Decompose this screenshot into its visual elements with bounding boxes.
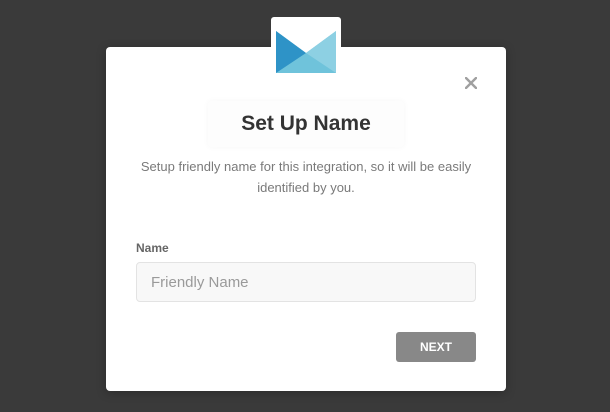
dialog-description: Setup friendly name for this integration… bbox=[140, 159, 472, 195]
close-icon bbox=[465, 77, 477, 89]
name-field-label: Name bbox=[136, 241, 169, 255]
close-button[interactable] bbox=[460, 72, 482, 94]
friendly-name-input[interactable] bbox=[136, 262, 476, 302]
next-button[interactable]: NEXT bbox=[396, 332, 476, 362]
title-container: Set Up Name bbox=[208, 101, 404, 147]
dialog-title: Set Up Name bbox=[241, 112, 371, 135]
integration-logo bbox=[271, 17, 341, 79]
envelope-logo-icon bbox=[276, 31, 336, 73]
